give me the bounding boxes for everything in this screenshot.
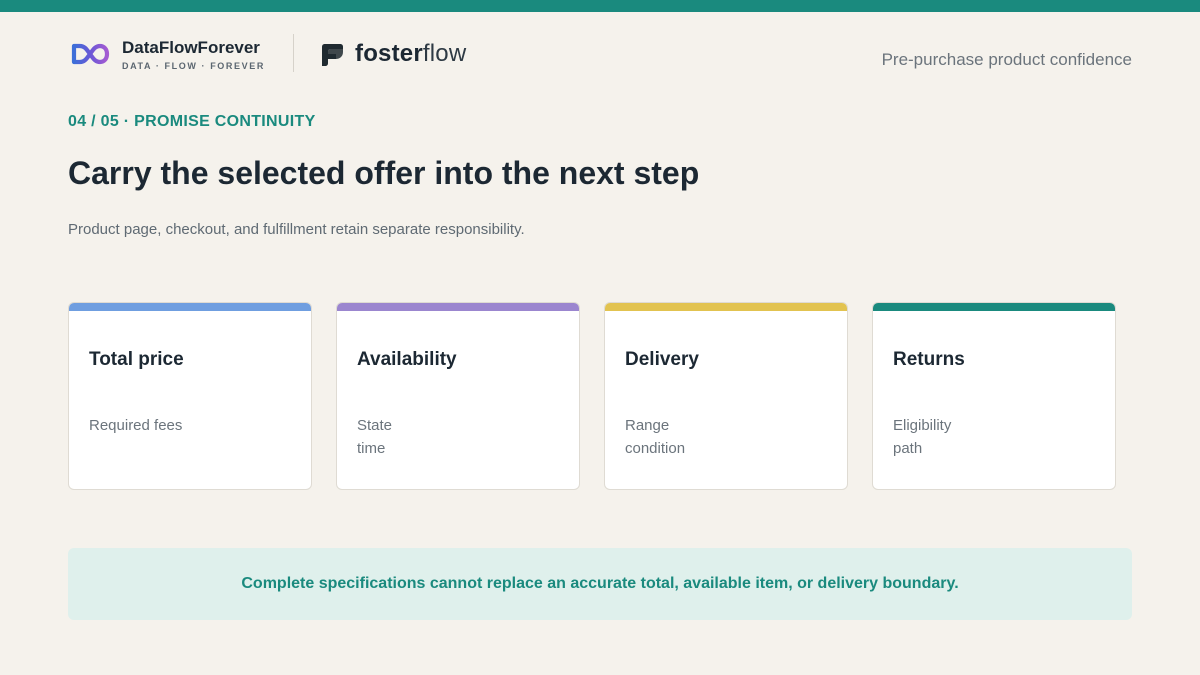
partner-name-bold: foster — [355, 40, 423, 67]
card-line: Eligibility — [893, 417, 952, 434]
partner-name: fosterflow — [355, 40, 466, 68]
header: DataFlowForever DATA · FLOW · FOREVER fo… — [68, 34, 1132, 74]
infinity-logo-icon — [71, 43, 110, 65]
card-line: Range — [625, 417, 670, 434]
brand-name: DataFlowForever — [122, 37, 260, 57]
callout-note: Complete specifications cannot replace a… — [68, 548, 1132, 620]
card-line: condition — [625, 440, 686, 457]
card-grid: Total price Required fees Availability S… — [68, 302, 1116, 490]
header-context-label: Pre-purchase product confidence — [881, 50, 1132, 69]
page-title: Carry the selected offer into the next s… — [68, 155, 700, 191]
card-line: time — [357, 440, 386, 457]
callout-note-text: Complete specifications cannot replace a… — [241, 575, 959, 592]
card-availability: Availability State time — [336, 302, 580, 490]
card-total-price: Total price Required fees — [68, 302, 312, 490]
header-divider — [293, 34, 294, 72]
card-accent-bar — [873, 303, 1115, 311]
card-title: Returns — [893, 349, 965, 370]
page-subtitle: Product page, checkout, and fulfillment … — [68, 221, 525, 238]
card-title: Total price — [89, 349, 184, 370]
card-title: Availability — [357, 349, 457, 370]
card-accent-bar — [605, 303, 847, 311]
card-returns: Returns Eligibility path — [872, 302, 1116, 490]
fosterflow-leaf-logo-icon — [322, 43, 343, 66]
partner-name-light: flow — [422, 40, 467, 67]
card-delivery: Delivery Range condition — [604, 302, 848, 490]
card-accent-bar — [69, 303, 311, 311]
top-accent-bar — [0, 0, 1200, 12]
partner-logo-lockup: fosterflow — [318, 39, 466, 69]
card-title: Delivery — [625, 349, 699, 370]
card-accent-bar — [337, 303, 579, 311]
section-eyebrow: 04 / 05 · PROMISE CONTINUITY — [68, 113, 316, 130]
card-line: Required fees — [89, 417, 183, 434]
brand-logo-lockup: DataFlowForever DATA · FLOW · FOREVER — [68, 34, 265, 74]
card-line: path — [893, 440, 923, 457]
card-line: State — [357, 417, 393, 434]
brand-tagline: DATA · FLOW · FOREVER — [122, 60, 265, 71]
